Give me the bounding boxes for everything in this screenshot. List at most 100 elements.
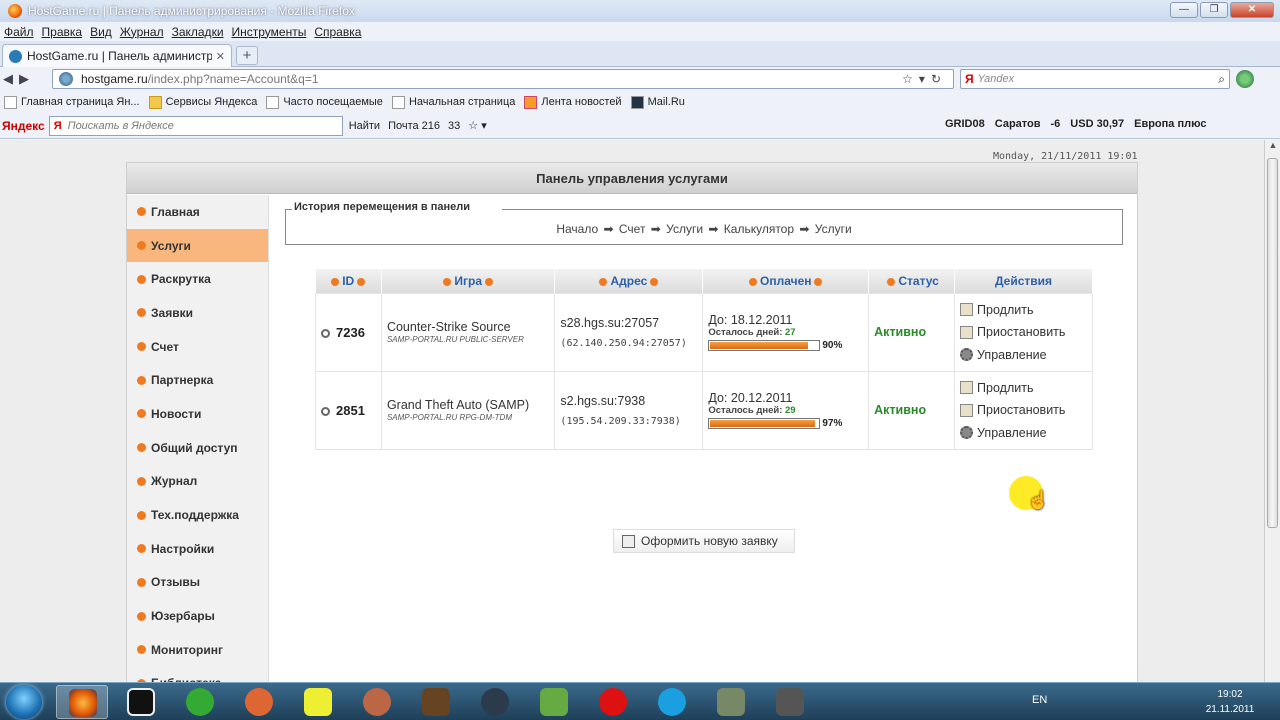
radio-widget[interactable]: Европа плюс bbox=[1134, 118, 1206, 130]
mail-button[interactable]: Почта 216 bbox=[388, 120, 440, 132]
sidebar-item[interactable]: Счет bbox=[127, 330, 268, 364]
taskbar-app[interactable] bbox=[233, 685, 285, 719]
col-address[interactable]: Адрес bbox=[554, 269, 704, 293]
server-id: 2851 bbox=[336, 402, 365, 418]
taskbar-app[interactable] bbox=[705, 685, 757, 719]
new-tab-button[interactable]: + bbox=[236, 46, 258, 65]
bookmark-item[interactable]: Mail.Ru bbox=[630, 95, 685, 109]
menu-file[interactable]: Файл bbox=[4, 25, 34, 39]
close-tab-icon[interactable]: ✕ bbox=[216, 50, 225, 63]
sidebar-item[interactable]: Тех.поддержка bbox=[127, 498, 268, 532]
taskbar-app[interactable] bbox=[292, 685, 344, 719]
sidebar-item[interactable]: Журнал bbox=[127, 465, 268, 499]
sidebar-item[interactable]: Партнерка bbox=[127, 363, 268, 397]
server-name: SAMP-PORTAL.RU RPG-DM-TDM bbox=[386, 413, 512, 422]
system-clock[interactable]: 19:02 21.11.2011 bbox=[1200, 687, 1260, 717]
col-id[interactable]: ID bbox=[315, 269, 382, 293]
history-path[interactable]: Начало ➡ Счет ➡ Услуги ➡ Калькулятор ➡ У… bbox=[286, 222, 1122, 236]
bullet-icon bbox=[137, 476, 146, 486]
taskbar-firefox[interactable] bbox=[56, 685, 108, 719]
bookmark-item[interactable]: Сервисы Яндекса bbox=[148, 95, 257, 109]
tab-hostgame[interactable]: HostGame.ru | Панель администров... ✕ bbox=[2, 44, 232, 67]
col-game[interactable]: Игра bbox=[381, 269, 556, 293]
col-status[interactable]: Статус bbox=[868, 269, 956, 293]
search-box[interactable]: Я Yandex ⌕ bbox=[960, 69, 1230, 89]
sidebar-item[interactable]: Услуги bbox=[127, 228, 268, 263]
scroll-thumb[interactable] bbox=[1267, 158, 1278, 528]
address-bar[interactable]: hostgame.ru/index.php?name=Account&q=1 ☆… bbox=[52, 69, 954, 89]
menu-edit[interactable]: Правка bbox=[42, 25, 83, 39]
bookmark-item[interactable]: Лента новостей bbox=[524, 95, 622, 109]
bookmark-item[interactable]: Главная страница Ян... bbox=[4, 95, 140, 109]
addon-globe-icon[interactable] bbox=[1236, 70, 1254, 88]
taskbar-opera[interactable] bbox=[587, 685, 639, 719]
search-icon[interactable]: ⌕ bbox=[1218, 72, 1229, 87]
taskbar-app[interactable] bbox=[410, 685, 462, 719]
manage-link[interactable]: Управление bbox=[960, 421, 1087, 444]
taskbar-utorrent[interactable] bbox=[174, 685, 226, 719]
sidebar-item[interactable]: Заявки bbox=[127, 296, 268, 330]
new-request-button[interactable]: Оформить новую заявку bbox=[613, 529, 795, 553]
days-progress-bar bbox=[708, 339, 821, 351]
minimize-button[interactable]: — bbox=[1170, 2, 1198, 18]
start-button[interactable] bbox=[6, 685, 42, 719]
suspend-link[interactable]: Приостановить bbox=[960, 321, 1087, 344]
extend-link[interactable]: Продлить bbox=[960, 298, 1087, 321]
yandex-logo[interactable]: Яндекс bbox=[2, 119, 45, 133]
menu-history[interactable]: Журнал bbox=[120, 25, 164, 39]
sidebar-item[interactable]: Отзывы bbox=[127, 566, 268, 600]
city-widget[interactable]: Саратов bbox=[995, 118, 1041, 130]
taskbar-skype[interactable] bbox=[646, 685, 698, 719]
maximize-button[interactable]: ❐ bbox=[1200, 2, 1228, 18]
menu-view[interactable]: Вид bbox=[90, 25, 112, 39]
sidebar-item[interactable]: Мониторинг bbox=[127, 633, 268, 667]
sidebar-item[interactable]: Общий доступ bbox=[127, 431, 268, 465]
taskbar-app[interactable] bbox=[528, 685, 580, 719]
language-indicator[interactable]: EN bbox=[1032, 694, 1047, 706]
sidebar-item[interactable]: Новости bbox=[127, 397, 268, 431]
yandex-find-button[interactable]: Найти bbox=[349, 120, 380, 132]
folder-icon bbox=[148, 95, 162, 109]
sidebar-item[interactable]: Настройки bbox=[127, 532, 268, 566]
extend-link[interactable]: Продлить bbox=[960, 376, 1087, 399]
page-icon bbox=[391, 95, 405, 109]
suspend-link[interactable]: Приостановить bbox=[960, 399, 1087, 422]
game-name: Counter-Strike Source bbox=[386, 320, 511, 334]
sidebar-item[interactable]: Главная bbox=[127, 195, 268, 229]
server-id: 7236 bbox=[336, 324, 365, 340]
counter-button[interactable]: 33 bbox=[448, 120, 460, 132]
manage-link[interactable]: Управление bbox=[960, 343, 1087, 366]
col-paid[interactable]: Оплачен bbox=[702, 269, 870, 293]
vertical-scrollbar[interactable]: ▲ bbox=[1264, 140, 1280, 682]
close-button[interactable]: ✕ bbox=[1230, 2, 1274, 18]
taskbar-app[interactable] bbox=[115, 685, 167, 719]
menu-bookmarks[interactable]: Закладки bbox=[172, 25, 224, 39]
yandex-engine-icon[interactable]: Я bbox=[965, 72, 974, 86]
sidebar-item[interactable]: Библиотека bbox=[127, 667, 268, 682]
taskbar-steam[interactable] bbox=[469, 685, 521, 719]
star-icon[interactable]: ☆ ▾ bbox=[468, 119, 486, 132]
menu-tools[interactable]: Инструменты bbox=[232, 25, 307, 39]
sidebar-item[interactable]: Раскрутка bbox=[127, 262, 268, 296]
bookmark-item[interactable]: Часто посещаемые bbox=[266, 95, 383, 109]
back-arrow-icon[interactable]: ◀ bbox=[0, 71, 16, 87]
forward-arrow-icon[interactable]: ▶ bbox=[16, 71, 32, 87]
temperature-widget[interactable]: -6 bbox=[1051, 118, 1061, 130]
taskbar-app[interactable] bbox=[351, 685, 403, 719]
firefox-icon bbox=[69, 689, 97, 717]
menu-help[interactable]: Справка bbox=[314, 25, 361, 39]
weather-widget[interactable]: GRID08 bbox=[945, 118, 985, 130]
navigation-bar: ◀ ▶ hostgame.ru/index.php?name=Account&q… bbox=[0, 67, 1280, 91]
bullet-icon bbox=[137, 274, 146, 284]
currency-widget[interactable]: USD 30,97 bbox=[1070, 118, 1124, 130]
sidebar-item[interactable]: Юзербары bbox=[127, 599, 268, 633]
opera-icon bbox=[599, 688, 627, 716]
bookmark-item[interactable]: Начальная страница bbox=[391, 95, 515, 109]
bookmark-star-icon[interactable]: ☆▾↻ bbox=[902, 72, 947, 86]
scroll-up-icon[interactable]: ▲ bbox=[1265, 140, 1280, 156]
site-identity-icon[interactable] bbox=[59, 72, 73, 86]
server-ip: (195.54.209.33:7938) bbox=[560, 415, 681, 427]
days-progress-bar bbox=[708, 417, 821, 429]
taskbar-app[interactable] bbox=[764, 685, 816, 719]
yandex-search-input[interactable]: Я Поискать в Яндексе bbox=[48, 115, 343, 136]
